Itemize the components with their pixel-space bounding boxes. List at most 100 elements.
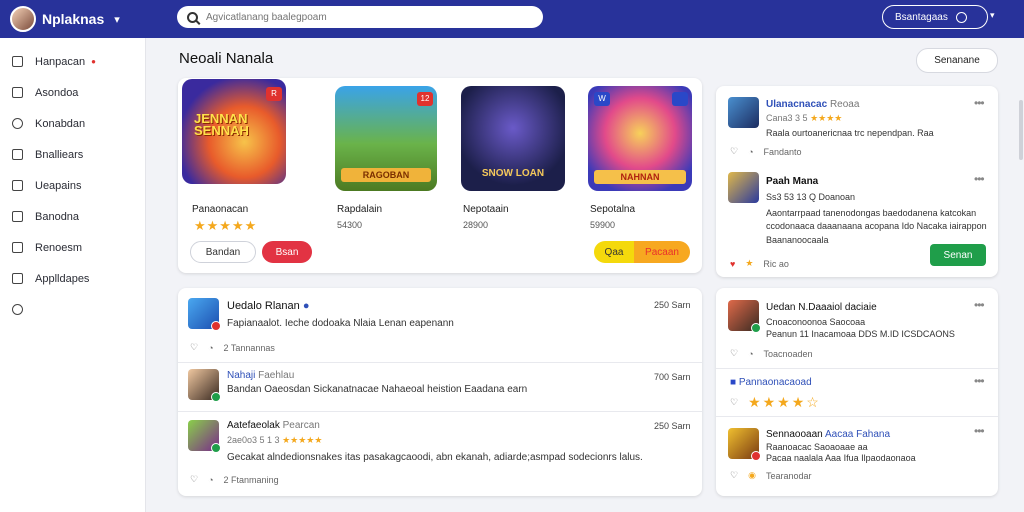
post-author[interactable]: Sennaooaan Aacaa Fahana: [766, 429, 890, 440]
aside-post[interactable]: ■ Pannaonacaoad ••• ♡ ★★★★☆: [716, 370, 998, 414]
more-icon[interactable]: •••: [974, 172, 985, 186]
search-icon: [187, 11, 198, 23]
chevron-down-icon[interactable]: ▾: [990, 10, 995, 21]
more-icon[interactable]: •••: [974, 424, 985, 438]
game-thumbnail[interactable]: JENNAN SENNAH R: [182, 79, 286, 184]
sidebar-item-5[interactable]: Ueapains: [0, 170, 145, 201]
sidebar-item-label: Applldapes: [35, 272, 90, 285]
game-downloads: 54300: [337, 220, 363, 230]
sidebar-item-8[interactable]: Applldapes: [0, 263, 145, 294]
post-footer: ♥ ★ Ric ao: [730, 258, 789, 269]
game-thumbnail[interactable]: SNOW LOAN: [461, 86, 565, 191]
feed-post[interactable]: Nahaji Faehlau 700 Sarn Bandan Oaeosdan …: [178, 363, 702, 411]
scrollbar[interactable]: [1019, 100, 1023, 160]
sidebar: Hanpacan ● Asondoa Konabdan Bnalliears U…: [0, 38, 146, 512]
feed-post[interactable]: Aatefaeolak Pearcan 250 Sarn 2ae0o3 5 1 …: [178, 412, 702, 496]
more-icon[interactable]: •••: [974, 374, 985, 388]
post-author[interactable]: ■ Pannaonacaoad: [730, 377, 812, 388]
coin-icon: ◉: [748, 470, 756, 480]
post-author[interactable]: Paah Mana: [766, 176, 818, 187]
section-action-button[interactable]: Senanane: [916, 48, 998, 73]
apps-icon: [12, 273, 23, 284]
game-yellow-button[interactable]: Qaa: [594, 241, 634, 263]
calendar-icon: [12, 211, 23, 222]
avatar[interactable]: [188, 369, 221, 402]
chevron-down-icon: ▾: [114, 13, 120, 26]
bag-icon: [12, 118, 23, 129]
heart-icon[interactable]: ♡: [190, 342, 198, 353]
heart-icon[interactable]: ♡: [730, 146, 738, 157]
avatar[interactable]: [728, 97, 759, 128]
aside-post[interactable]: Uedan N.Daaaiol daciaie ••• Cnoaconoonoa…: [716, 288, 998, 362]
post-author[interactable]: Aatefaeolak Pearcan: [227, 420, 320, 431]
game-orange-button[interactable]: Pacaan: [634, 241, 690, 263]
aside-post[interactable]: Paah Mana ••• Ss3 53 13 Q Doanoan Aaonta…: [716, 168, 998, 277]
more-icon[interactable]: •••: [974, 298, 985, 312]
heart-icon[interactable]: ♡: [730, 397, 738, 408]
post-text-2: ccodonaaca daaanaana acopana Ido Nacaka …: [766, 221, 987, 231]
avatar[interactable]: [728, 300, 761, 333]
sidebar-item-7[interactable]: Renoesm: [0, 232, 145, 263]
feed-post[interactable]: Uedalo Rlanan ● 250 Sarn Fapianaalot. Ie…: [178, 288, 702, 362]
game-title-art: RAGOBAN: [341, 168, 431, 182]
brand-switcher[interactable]: Nplaknas ▾: [10, 4, 120, 34]
post-author[interactable]: Nahaji Faehlau: [227, 370, 294, 381]
game-name: Rapdalain: [337, 204, 383, 215]
game-thumbnail[interactable]: NAHNAN W: [588, 86, 692, 191]
sidebar-item-9[interactable]: [0, 294, 145, 325]
post-meta: 2ae0o3 5 1 3 ★★★★★: [227, 435, 323, 445]
game-tag: 12: [417, 92, 433, 106]
aside-action-button[interactable]: Senan: [930, 244, 986, 266]
post-time: 250 Sarn: [654, 300, 691, 310]
sidebar-item-3[interactable]: Konabdan: [0, 108, 145, 139]
game-secondary-button[interactable]: Bsan: [262, 241, 312, 263]
footer-label: Tearanodar: [765, 470, 812, 481]
avatar[interactable]: [188, 420, 221, 453]
heart-icon[interactable]: ♥: [730, 259, 735, 269]
avatar: [10, 6, 36, 32]
post-meta: Cnoaconoonoa Saocoaa: [766, 317, 866, 327]
list-icon: [12, 242, 23, 253]
sidebar-item-2[interactable]: Asondoa: [0, 77, 145, 108]
post-footer: ♡ ◔ 2 Ftanmaning: [190, 474, 279, 485]
sidebar-item-label: Renoesm: [35, 241, 83, 254]
comment-count: 2 Tannannas: [223, 342, 275, 353]
house-icon: [12, 180, 23, 191]
post-author[interactable]: Uedan N.Daaaiol daciaie: [766, 302, 877, 313]
search-input[interactable]: [206, 11, 506, 23]
comment-icon[interactable]: ◔: [208, 343, 213, 353]
avatar[interactable]: [188, 298, 221, 331]
star-icon[interactable]: ★: [745, 258, 753, 269]
sidebar-item-4[interactable]: Bnalliears: [0, 139, 145, 170]
grid-icon: [12, 56, 23, 67]
sidebar-item-label: Bnalliears: [35, 148, 84, 161]
heart-icon[interactable]: ♡: [190, 474, 198, 485]
heart-icon[interactable]: ♡: [730, 348, 738, 359]
more-icon[interactable]: •••: [974, 96, 985, 110]
comment-icon[interactable]: ◔: [748, 147, 753, 157]
heart-icon[interactable]: ♡: [730, 470, 738, 481]
search-bar[interactable]: [177, 6, 543, 28]
game-name: Nepotaain: [463, 204, 509, 215]
account-button[interactable]: Bsantagaas: [882, 5, 988, 29]
aside-top-card: Ulanacnacac Reoaa ••• Cana3 3 5 ★★★★ Raa…: [716, 86, 998, 277]
game-rating: ★★★★★: [194, 218, 258, 233]
aside-post[interactable]: Sennaooaan Aacaa Fahana ••• Raanoacac Sa…: [716, 418, 998, 496]
post-author[interactable]: Uedalo Rlanan ●: [227, 300, 310, 312]
avatar[interactable]: [728, 428, 761, 461]
game-primary-button[interactable]: Bandan: [190, 241, 256, 263]
post-meta: Cana3 3 5 ★★★★: [766, 113, 843, 123]
post-author[interactable]: Ulanacnacac Reoaa: [766, 99, 859, 110]
comment-icon[interactable]: ◔: [208, 475, 213, 485]
sidebar-item-6[interactable]: Banodna: [0, 201, 145, 232]
game-title-art: SNOW LOAN: [481, 168, 545, 179]
game-thumbnail[interactable]: RAGOBAN 12: [335, 86, 437, 191]
aside-post[interactable]: Ulanacnacac Reoaa ••• Cana3 3 5 ★★★★ Raa…: [716, 86, 998, 166]
comment-icon[interactable]: ◔: [748, 349, 753, 359]
top-bar: Nplaknas ▾ Bsantagaas ▾: [0, 0, 1024, 38]
game-tag: R: [266, 87, 282, 101]
game-name: Sepotalna: [590, 204, 636, 215]
sidebar-item-home[interactable]: Hanpacan ●: [0, 46, 145, 77]
avatar[interactable]: [728, 172, 759, 203]
post-text: Bandan Oaeosdan Sickanatnacae Nahaeoal h…: [227, 384, 528, 395]
